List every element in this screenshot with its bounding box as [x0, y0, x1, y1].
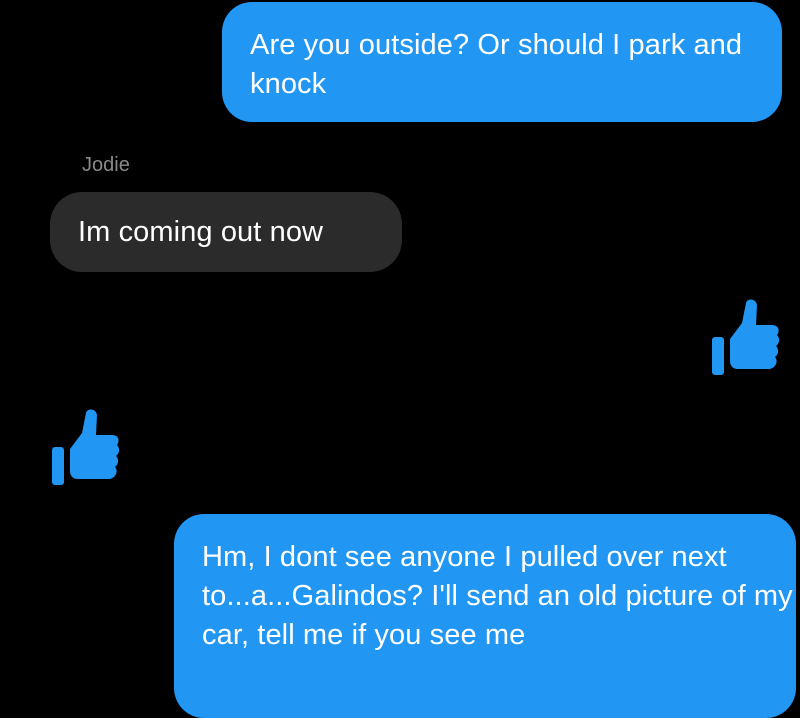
message-bubble-outgoing[interactable]: Hm, I dont see anyone I pulled over next… [174, 514, 796, 718]
thumbs-up-icon-graphic [712, 299, 780, 375]
sender-name: Jodie [82, 154, 130, 172]
chat-thread: Are you outside? Or should I park and kn… [0, 0, 800, 718]
message-text: Hm, I dont see anyone I pulled over next… [202, 541, 793, 651]
message-text: Im coming out now [78, 216, 324, 248]
message-bubble-incoming[interactable]: Im coming out now [50, 192, 402, 272]
message-text: Are you outside? Or should I park and kn… [250, 29, 743, 100]
thumbs-up-icon[interactable] [710, 297, 780, 377]
thumbs-up-icon[interactable] [50, 407, 120, 487]
message-bubble-outgoing[interactable]: Are you outside? Or should I park and kn… [222, 2, 782, 122]
thumbs-up-icon-graphic [52, 409, 120, 485]
